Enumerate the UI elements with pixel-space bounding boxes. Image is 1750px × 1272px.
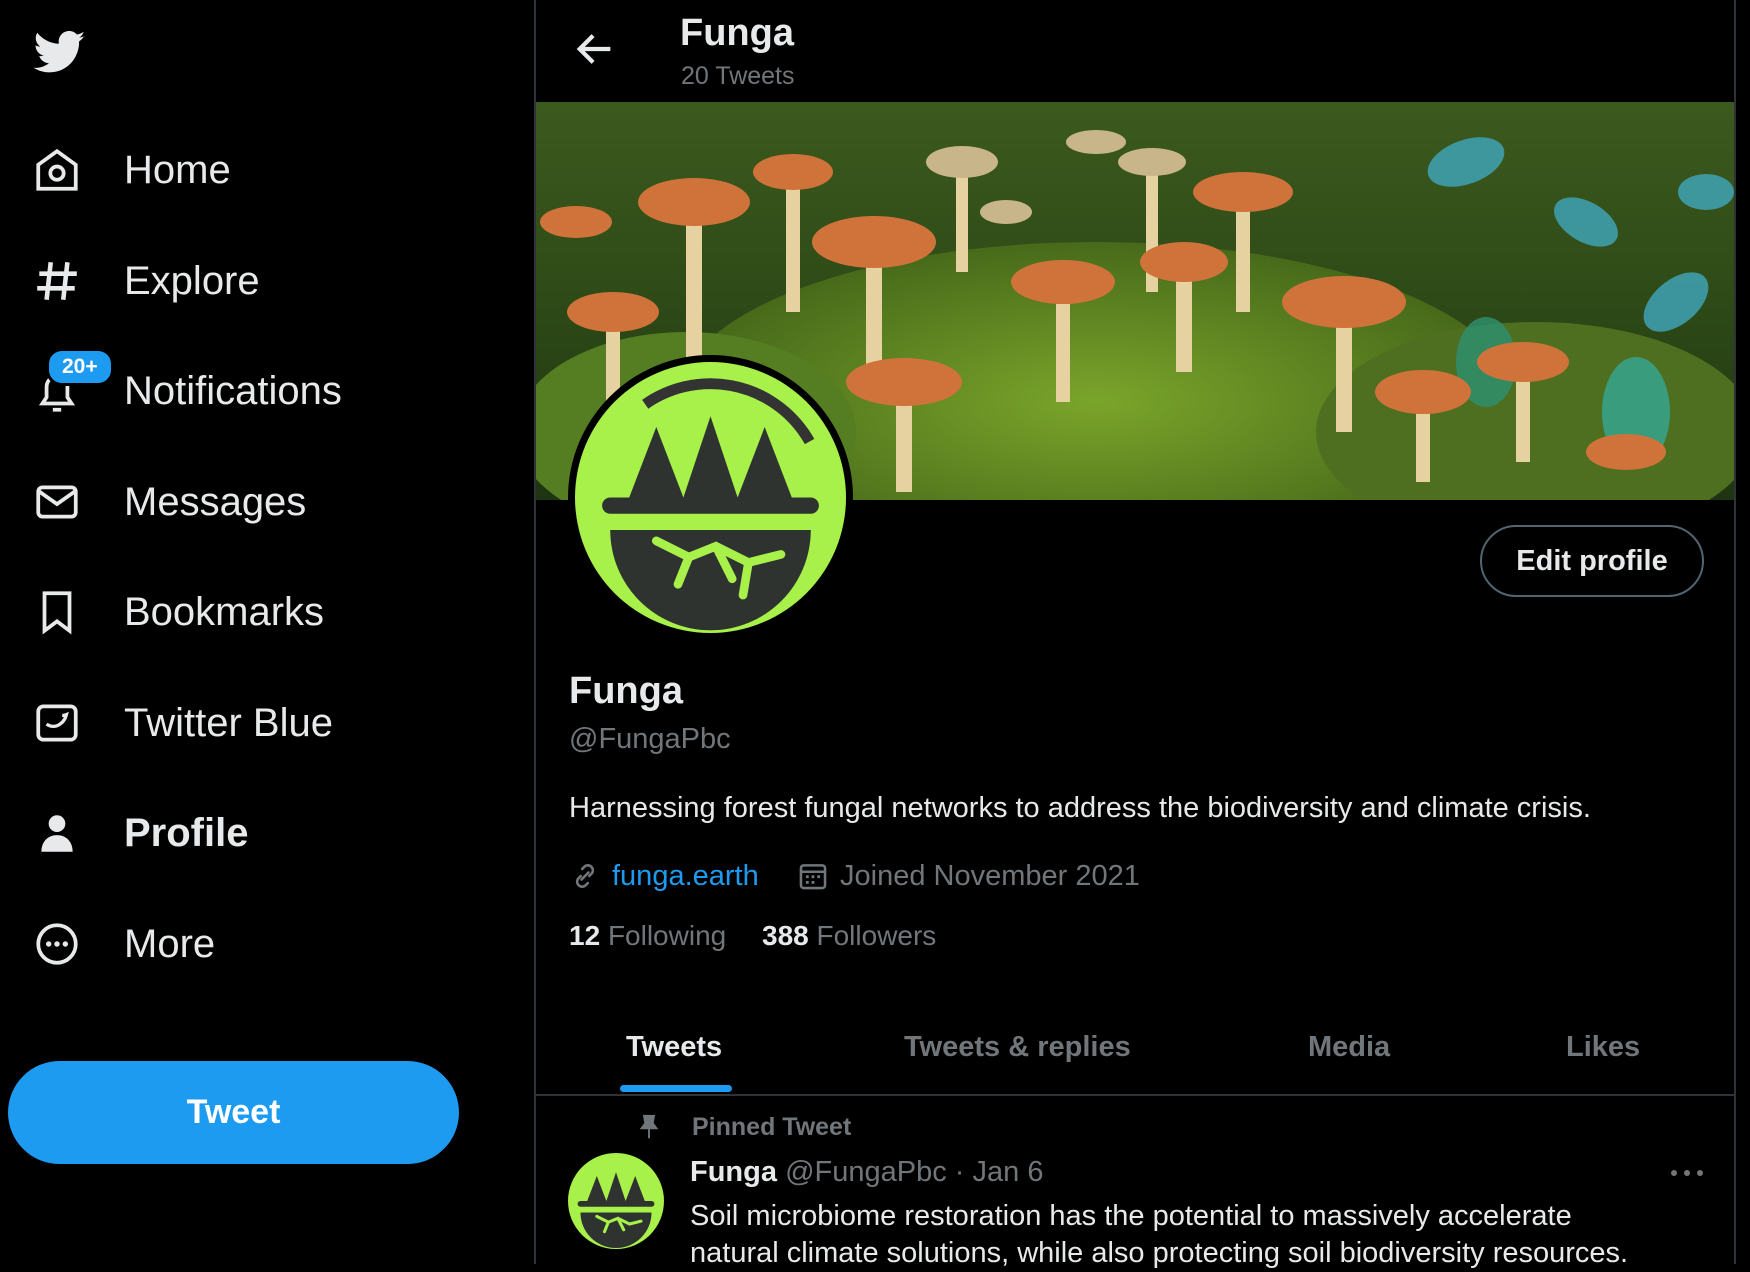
tab-likes[interactable]: Likes xyxy=(1566,1000,1640,1094)
tweet-text-line-1: Soil microbiome restoration has the pote… xyxy=(690,1200,1572,1232)
tweet-separator: · xyxy=(954,1156,965,1188)
nav-home[interactable]: Home xyxy=(0,130,520,210)
person-icon xyxy=(30,806,84,860)
nav-messages[interactable]: Messages xyxy=(0,462,520,542)
nav-messages-label: Messages xyxy=(124,479,307,524)
following-count: 12 xyxy=(569,920,601,951)
website-link[interactable]: funga.earth xyxy=(612,860,759,893)
nav-bookmarks-label: Bookmarks xyxy=(124,589,325,634)
tweet-more-icon[interactable] xyxy=(1662,1158,1712,1188)
nav-notifications[interactable]: 20+ Notifications xyxy=(0,348,520,431)
nav-notifications-label: Notifications xyxy=(124,368,342,413)
nav-more[interactable]: More xyxy=(0,904,520,984)
pinned-tweet-label: Pinned Tweet xyxy=(692,1113,852,1141)
pin-icon xyxy=(634,1112,664,1142)
nav-explore-label: Explore xyxy=(124,258,260,303)
followers-link[interactable]: 388 Followers xyxy=(762,920,936,952)
tab-tweets-replies[interactable]: Tweets & replies xyxy=(904,1000,1131,1094)
followers-count: 388 xyxy=(762,920,809,951)
hashtag-icon xyxy=(30,254,84,308)
nav-home-label: Home xyxy=(124,147,231,192)
home-icon xyxy=(30,143,84,197)
tweet-text[interactable]: Soil microbiome restoration has the pote… xyxy=(690,1198,1690,1272)
profile-handle: @FungaPbc xyxy=(569,723,731,755)
bell-icon: 20+ xyxy=(30,348,114,418)
twitter-bird-icon[interactable] xyxy=(32,26,88,78)
nav-explore[interactable]: Explore xyxy=(0,241,520,321)
tab-media[interactable]: Media xyxy=(1308,1000,1390,1094)
profile-name: Funga xyxy=(569,670,683,712)
nav-twitter-blue-label: Twitter Blue xyxy=(124,700,333,745)
following-label: Following xyxy=(607,920,727,951)
arrow-left-icon[interactable] xyxy=(572,26,618,72)
followers-label: Followers xyxy=(816,920,937,951)
more-circle-icon xyxy=(30,917,84,971)
funga-logo-icon xyxy=(575,362,846,633)
joined-row: Joined November 2021 xyxy=(796,856,1140,896)
profile-tabs: Tweets Tweets & replies Media Likes xyxy=(536,1000,1734,1096)
tweet-author-handle[interactable]: @FungaPbc xyxy=(785,1156,947,1188)
envelope-icon xyxy=(30,475,84,529)
tweet-count: 20 Tweets xyxy=(681,62,795,90)
nav-profile-label: Profile xyxy=(124,810,249,855)
profile-header-bar: Funga 20 Tweets xyxy=(536,0,1734,102)
profile-bio: Harnessing forest fungal networks to add… xyxy=(569,792,1591,824)
bookmark-icon xyxy=(30,585,84,639)
profile-avatar[interactable] xyxy=(568,355,853,640)
active-tab-indicator xyxy=(620,1085,732,1092)
nav-twitter-blue[interactable]: Twitter Blue xyxy=(0,683,520,763)
twitter-blue-icon xyxy=(30,696,84,750)
header-title: Funga xyxy=(680,12,794,54)
tweet-date[interactable]: Jan 6 xyxy=(973,1156,1044,1188)
tweet-button[interactable]: Tweet xyxy=(8,1061,459,1164)
calendar-icon xyxy=(799,864,827,890)
profile-column: Funga 20 Tweets Edit profile Funga @Fung… xyxy=(534,0,1736,1269)
tweet-header: Funga @FungaPbc · Jan 6 xyxy=(690,1156,1043,1189)
website-row: funga.earth xyxy=(568,856,759,896)
nav-bookmarks[interactable]: Bookmarks xyxy=(0,572,520,652)
tab-tweets[interactable]: Tweets xyxy=(626,1000,722,1094)
nav-profile[interactable]: Profile xyxy=(0,793,520,873)
edit-profile-button[interactable]: Edit profile xyxy=(1480,525,1704,597)
nav-more-label: More xyxy=(124,921,216,966)
tweet-author-avatar[interactable] xyxy=(568,1153,664,1249)
link-icon xyxy=(575,864,595,888)
tweet-author-name[interactable]: Funga xyxy=(690,1156,777,1188)
joined-date: Joined November 2021 xyxy=(840,859,1140,892)
tweet-text-line-2: natural climate solutions, while also pr… xyxy=(690,1237,1629,1269)
following-link[interactable]: 12 Following xyxy=(569,920,726,952)
sidebar: Home Explore 20+ Notifications Messages … xyxy=(0,0,534,1264)
notification-badge: 20+ xyxy=(46,348,114,386)
